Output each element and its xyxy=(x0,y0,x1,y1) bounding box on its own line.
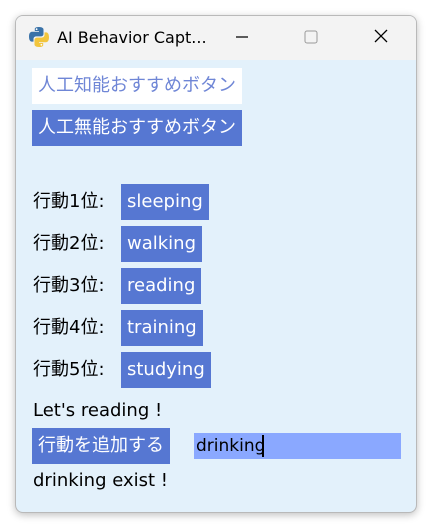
maximize-button[interactable] xyxy=(288,16,334,60)
suggestion-text: Let's reading ! xyxy=(33,400,163,421)
rank-5-action-button[interactable]: studying xyxy=(121,352,211,388)
add-action-button[interactable]: 行動を追加する xyxy=(32,428,170,464)
close-button[interactable] xyxy=(358,16,404,60)
rank-1-action-button[interactable]: sleeping xyxy=(121,184,209,220)
close-icon xyxy=(373,28,389,48)
maximize-icon xyxy=(304,29,318,48)
add-result-text: drinking exist ! xyxy=(33,470,168,491)
window-title: AI Behavior Capt... xyxy=(57,28,207,47)
minimize-icon xyxy=(235,29,249,48)
app-window: AI Behavior Capt... 人工知能おすすめボタン 人工無能おすすめ… xyxy=(15,15,417,513)
action-input[interactable] xyxy=(194,433,401,459)
rank-2-label: 行動2位: xyxy=(33,233,105,254)
rank-4-label: 行動4位: xyxy=(33,317,105,338)
rank-4-action-button[interactable]: training xyxy=(121,310,203,346)
rank-3-action-button[interactable]: reading xyxy=(121,268,202,304)
rank-1-label: 行動1位: xyxy=(33,191,105,212)
rank-2-action-button[interactable]: walking xyxy=(121,226,203,262)
python-icon xyxy=(28,26,50,48)
rank-3-label: 行動3位: xyxy=(33,275,105,296)
rank-5-label: 行動5位: xyxy=(33,359,105,380)
text-caret xyxy=(262,435,264,457)
minimize-button[interactable] xyxy=(219,16,265,60)
ai-recommend-button[interactable]: 人工知能おすすめボタン xyxy=(32,68,242,104)
main-content: 人工知能おすすめボタン 人工無能おすすめボタン 行動1位: sleeping 行… xyxy=(16,60,416,512)
non-ai-recommend-button[interactable]: 人工無能おすすめボタン xyxy=(32,110,242,146)
title-bar[interactable]: AI Behavior Capt... xyxy=(16,16,416,60)
